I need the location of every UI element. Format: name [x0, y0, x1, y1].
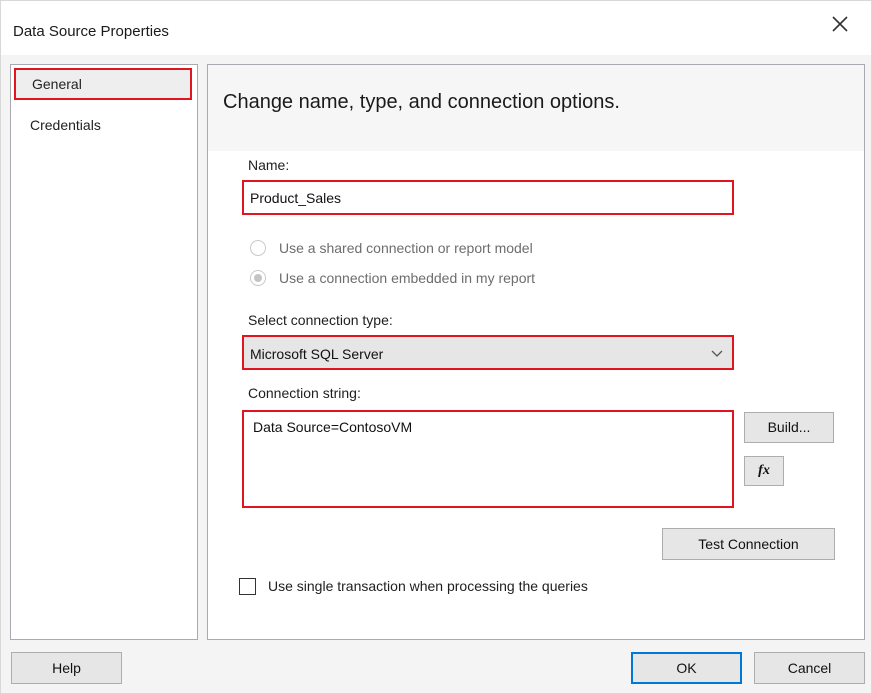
shared-connection-radio[interactable]	[250, 240, 266, 256]
nav-item-credentials[interactable]: Credentials	[14, 109, 192, 141]
connection-type-select[interactable]: Microsoft SQL Server	[242, 335, 734, 370]
embedded-connection-label: Use a connection embedded in my report	[279, 270, 536, 286]
expression-button[interactable]: fx	[744, 456, 784, 486]
test-connection-button[interactable]: Test Connection	[662, 528, 835, 560]
connection-type-label: Select connection type:	[248, 312, 393, 328]
shared-connection-label: Use a shared connection or report model	[279, 240, 533, 256]
connection-type-value: Microsoft SQL Server	[250, 346, 384, 362]
single-transaction-checkbox[interactable]	[239, 578, 256, 595]
dialog-title: Data Source Properties	[13, 23, 169, 40]
connection-string-value: Data Source=ContosoVM	[253, 419, 413, 435]
panel-heading: Change name, type, and connection option…	[223, 91, 620, 113]
build-button[interactable]: Build...	[744, 412, 834, 443]
embedded-connection-radio[interactable]	[250, 270, 266, 286]
nav-pane: General Credentials	[10, 64, 198, 640]
name-value: Product_Sales	[250, 190, 342, 206]
connection-string-input[interactable]: Data Source=ContosoVM	[242, 410, 734, 508]
cancel-button[interactable]: Cancel	[754, 652, 865, 684]
name-input[interactable]: Product_Sales	[242, 180, 734, 215]
ok-button[interactable]: OK	[631, 652, 742, 684]
nav-item-general[interactable]: General	[14, 68, 192, 100]
connection-string-label: Connection string:	[248, 385, 361, 401]
chevron-down-icon	[710, 347, 724, 363]
fx-icon: fx	[758, 463, 770, 478]
panel-header: Change name, type, and connection option…	[208, 65, 864, 151]
name-label: Name:	[248, 157, 290, 173]
single-transaction-label: Use single transaction when processing t…	[268, 578, 588, 594]
help-button[interactable]: Help	[11, 652, 122, 684]
title-bar: Data Source Properties	[0, 0, 872, 55]
general-panel: Change name, type, and connection option…	[207, 64, 865, 640]
close-icon[interactable]	[827, 11, 853, 37]
